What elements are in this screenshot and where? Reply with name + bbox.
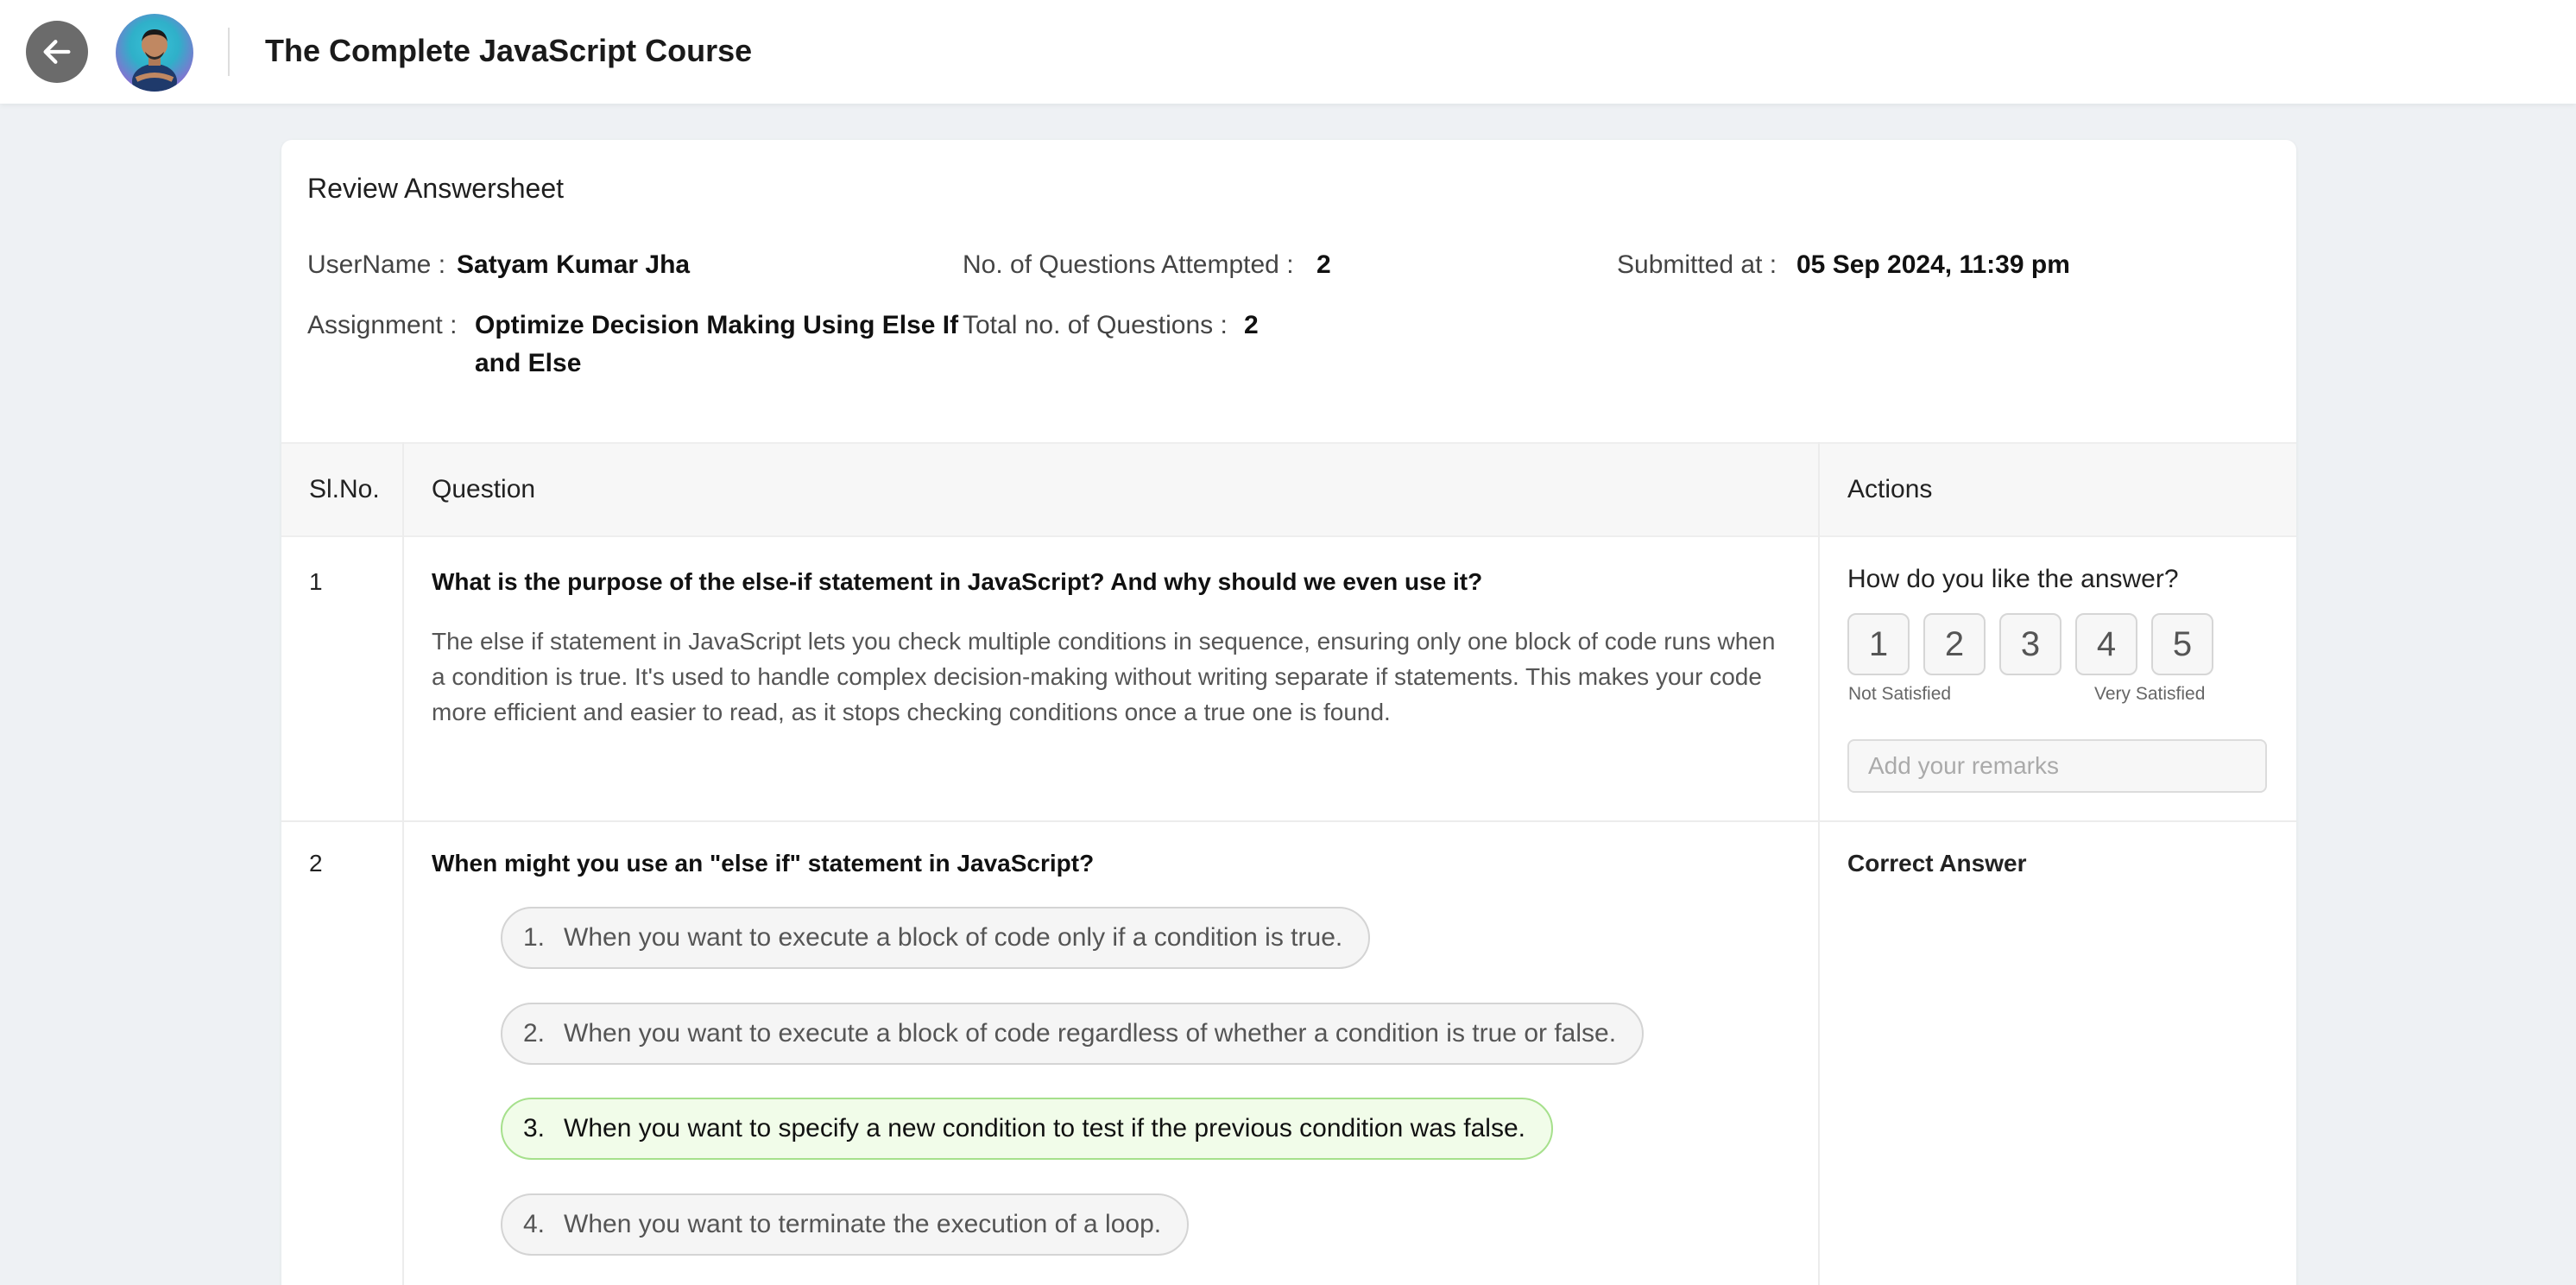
- username-label: UserName :: [307, 250, 446, 279]
- table-header: Sl.No. Question Actions: [281, 442, 2296, 537]
- option-number: 4.: [523, 1210, 546, 1238]
- option-number: 2.: [523, 1019, 546, 1048]
- assignment-value-line1: Optimize Decision Making Using Else If: [475, 311, 959, 339]
- correct-answer-label: Correct Answer: [1847, 850, 2027, 877]
- rating-option-3[interactable]: 3: [1999, 613, 2061, 675]
- row-2-slno: 2: [309, 850, 323, 877]
- header-slno: Sl.No.: [309, 475, 380, 503]
- header-actions: Actions: [1847, 475, 1933, 503]
- header-question: Question: [432, 475, 536, 503]
- attempted-label: No. of Questions Attempted :: [963, 250, 1294, 279]
- row-2-question: When might you use an "else if" statemen…: [432, 850, 1095, 877]
- option-text: When you want to specify a new condition…: [564, 1114, 1525, 1143]
- rating-option-2[interactable]: 2: [1923, 613, 1986, 675]
- submitted-value: 05 Sep 2024, 11:39 pm: [1796, 250, 2070, 279]
- row-1-answer: The else if statement in JavaScript lets…: [432, 628, 1776, 725]
- remarks-input[interactable]: [1847, 739, 2267, 793]
- assignment-label: Assignment :: [307, 311, 458, 339]
- answer-option-2[interactable]: 2. When you want to execute a block of c…: [501, 1003, 1645, 1065]
- total-questions-value: 2: [1244, 311, 1259, 339]
- avatar[interactable]: [116, 14, 193, 92]
- rating-option-1[interactable]: 1: [1847, 613, 1910, 675]
- back-button[interactable]: [26, 21, 88, 83]
- answer-option-3-correct[interactable]: 3. When you want to specify a new condit…: [501, 1098, 1553, 1160]
- option-number: 3.: [523, 1114, 546, 1143]
- total-questions-label: Total no. of Questions :: [963, 311, 1228, 339]
- option-text: When you want to execute a block of code…: [564, 1019, 1617, 1048]
- option-text: When you want to terminate the execution…: [564, 1210, 1162, 1238]
- top-header: The Complete JavaScript Course: [0, 0, 2576, 104]
- answersheet-card: Review Answersheet UserName : Satyam Kum…: [281, 140, 2296, 1285]
- course-title: The Complete JavaScript Course: [265, 33, 753, 68]
- column-divider: [402, 442, 404, 1285]
- rating-low-label: Not Satisfied: [1848, 684, 1952, 704]
- rating-option-4[interactable]: 4: [2075, 613, 2137, 675]
- submitted-label: Submitted at :: [1617, 250, 1777, 279]
- assignment-value-line2: and Else: [475, 349, 582, 377]
- rating-option-5[interactable]: 5: [2151, 613, 2213, 675]
- review-title: Review Answersheet: [307, 173, 565, 204]
- header-divider: [228, 28, 230, 76]
- row-1-slno: 1: [309, 568, 323, 595]
- option-text: When you want to execute a block of code…: [564, 923, 1343, 952]
- arrow-left-icon: [43, 40, 71, 64]
- row-1-question: What is the purpose of the else-if state…: [432, 568, 1483, 595]
- person-avatar-icon: [132, 29, 177, 92]
- option-number: 1.: [523, 923, 546, 952]
- attempted-value: 2: [1316, 250, 1331, 279]
- rating-title: How do you like the answer?: [1847, 565, 2179, 593]
- row-divider: [281, 820, 2296, 822]
- column-divider: [1818, 442, 1820, 1285]
- username-value: Satyam Kumar Jha: [457, 250, 691, 279]
- answer-option-1[interactable]: 1. When you want to execute a block of c…: [501, 907, 1371, 969]
- rating-high-label: Very Satisfied: [2094, 684, 2206, 704]
- answer-option-4[interactable]: 4. When you want to terminate the execut…: [501, 1193, 1190, 1256]
